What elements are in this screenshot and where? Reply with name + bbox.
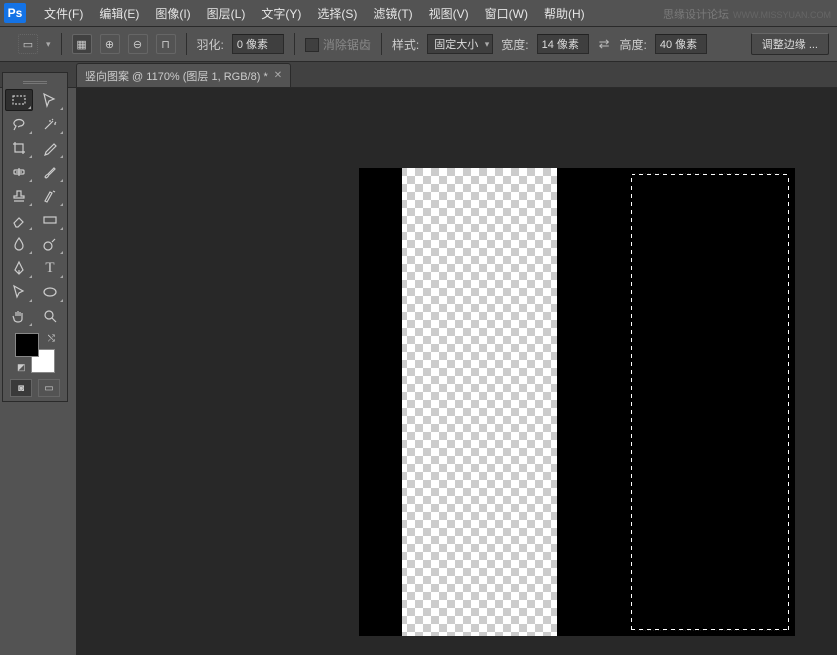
selection-marquee <box>630 173 790 631</box>
shape-tool[interactable] <box>36 281 64 303</box>
options-bar: ▭ ▾ ▦ ⊕ ⊖ ⊓ 羽化: 消除锯齿 样式: 固定大小 宽度: ⇄ 高度: … <box>0 26 837 62</box>
document-tab[interactable]: 竖向图案 @ 1170% (图层 1, RGB/8) * ✕ <box>76 63 291 87</box>
swap-wh-icon[interactable]: ⇄ <box>597 36 612 52</box>
lasso-tool[interactable] <box>5 113 33 135</box>
quickmask-mode-icon[interactable]: ▭ <box>38 379 60 397</box>
crop-tool[interactable] <box>5 137 33 159</box>
canvas[interactable] <box>359 168 795 636</box>
color-picker: ⤭ ◩ <box>15 333 55 373</box>
stamp-tool[interactable] <box>5 185 33 207</box>
toolbox-grip-icon[interactable] <box>5 77 65 87</box>
menu-type[interactable]: 文字(Y) <box>253 5 309 22</box>
menu-file[interactable]: 文件(F) <box>36 5 91 22</box>
feather-label: 羽化: <box>197 36 224 53</box>
menu-bar: Ps 文件(F) 编辑(E) 图像(I) 图层(L) 文字(Y) 选择(S) 滤… <box>0 0 837 26</box>
height-input[interactable] <box>655 34 707 54</box>
type-tool[interactable]: T <box>36 257 64 279</box>
feather-input[interactable] <box>232 34 284 54</box>
menu-layer[interactable]: 图层(L) <box>199 5 254 22</box>
width-label: 宽度: <box>501 36 528 53</box>
ps-logo: Ps <box>4 3 26 23</box>
style-label: 样式: <box>392 36 419 53</box>
path-select-tool[interactable] <box>5 281 33 303</box>
eyedropper-tool[interactable] <box>36 137 64 159</box>
document-tab-title: 竖向图案 @ 1170% (图层 1, RGB/8) * <box>85 68 268 84</box>
menu-select[interactable]: 选择(S) <box>309 5 365 22</box>
pen-tool[interactable] <box>5 257 33 279</box>
brush-tool[interactable] <box>36 161 64 183</box>
menu-edit[interactable]: 编辑(E) <box>91 5 147 22</box>
dodge-tool[interactable] <box>36 233 64 255</box>
gradient-tool[interactable] <box>36 209 64 231</box>
move-tool[interactable] <box>36 89 64 111</box>
heal-tool[interactable] <box>5 161 33 183</box>
refine-edge-button[interactable]: 调整边缘 ... <box>751 33 829 55</box>
history-brush-tool[interactable] <box>36 185 64 207</box>
document-tab-bar: 竖向图案 @ 1170% (图层 1, RGB/8) * ✕ <box>0 62 837 88</box>
menu-view[interactable]: 视图(V) <box>421 5 477 22</box>
zoom-tool[interactable] <box>36 305 64 327</box>
menu-image[interactable]: 图像(I) <box>147 5 198 22</box>
layer-fill-left <box>359 168 402 636</box>
menu-filter[interactable]: 滤镜(T) <box>365 5 420 22</box>
menu-help[interactable]: 帮助(H) <box>536 5 593 22</box>
eraser-tool[interactable] <box>5 209 33 231</box>
blur-tool[interactable] <box>5 233 33 255</box>
antialias-check[interactable]: 消除锯齿 <box>305 36 371 53</box>
swap-colors-icon[interactable]: ⤭ <box>48 333 55 344</box>
standard-mode-icon[interactable]: ◙ <box>10 379 32 397</box>
style-select[interactable]: 固定大小 <box>427 34 493 54</box>
selection-intersect-icon[interactable]: ⊓ <box>156 34 176 54</box>
menu-window[interactable]: 窗口(W) <box>477 5 536 22</box>
width-input[interactable] <box>537 34 589 54</box>
default-colors-icon[interactable]: ◩ <box>17 362 26 373</box>
close-tab-icon[interactable]: ✕ <box>274 70 282 81</box>
watermark: 思缘设计论坛WWW.MISSYUAN.COM <box>663 6 831 22</box>
marquee-tool[interactable] <box>5 89 33 111</box>
selection-new-icon[interactable]: ▦ <box>72 34 92 54</box>
marquee-preset-icon[interactable]: ▭ <box>18 34 38 54</box>
selection-add-icon[interactable]: ⊕ <box>100 34 120 54</box>
magic-wand-tool[interactable] <box>36 113 64 135</box>
workspace[interactable] <box>76 88 837 655</box>
fg-color-swatch[interactable] <box>15 333 39 357</box>
toolbox: T ⤭ ◩ ◙ ▭ <box>2 72 68 402</box>
selection-subtract-icon[interactable]: ⊖ <box>128 34 148 54</box>
height-label: 高度: <box>619 36 646 53</box>
hand-tool[interactable] <box>5 305 33 327</box>
